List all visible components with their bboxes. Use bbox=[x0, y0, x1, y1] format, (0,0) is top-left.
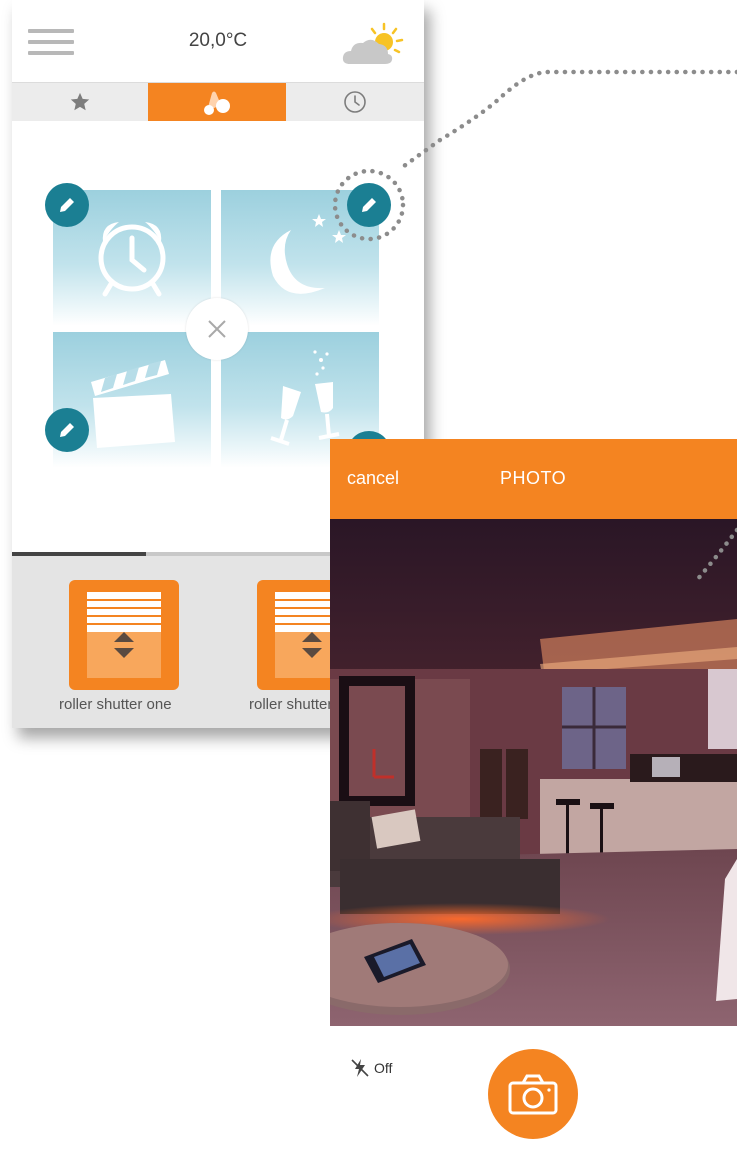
pencil-icon bbox=[362, 198, 376, 212]
camera-icon bbox=[508, 1074, 558, 1115]
roller-shutter-icon bbox=[69, 580, 179, 690]
pencil-icon bbox=[60, 198, 74, 212]
tab-bar bbox=[12, 82, 424, 121]
close-icon bbox=[208, 320, 226, 338]
camera-viewfinder bbox=[330, 519, 737, 1026]
photo-header: cancel PHOTO bbox=[330, 439, 737, 519]
tab-scenes[interactable] bbox=[148, 83, 286, 121]
shutter-button[interactable] bbox=[488, 1049, 578, 1139]
temperature-readout: 20,0°C bbox=[188, 30, 248, 51]
photo-title: PHOTO bbox=[500, 468, 567, 488]
cancel-button[interactable]: cancel bbox=[347, 468, 399, 489]
tab-favorites[interactable] bbox=[12, 83, 148, 121]
tab-history[interactable] bbox=[286, 83, 424, 121]
flash-label: Off bbox=[374, 1060, 393, 1076]
flash-toggle[interactable]: Off bbox=[348, 1056, 392, 1080]
scenes-icon bbox=[204, 91, 230, 115]
star-icon bbox=[70, 92, 90, 111]
edit-scene-button[interactable] bbox=[45, 408, 89, 452]
photo-screen: cancel PHOTO bbox=[330, 439, 737, 1026]
top-bar: 20,0°C bbox=[12, 0, 424, 82]
flash-off-icon bbox=[351, 1059, 369, 1077]
edit-scene-button[interactable] bbox=[45, 183, 89, 227]
partly-sunny-icon bbox=[342, 22, 404, 64]
edit-scene-button[interactable] bbox=[347, 183, 391, 227]
device-label: roller shutter one bbox=[59, 696, 172, 713]
clock-icon bbox=[344, 91, 366, 113]
hamburger-menu-icon[interactable] bbox=[28, 29, 74, 55]
pencil-icon bbox=[60, 423, 74, 437]
delete-scene-button[interactable] bbox=[186, 298, 248, 360]
